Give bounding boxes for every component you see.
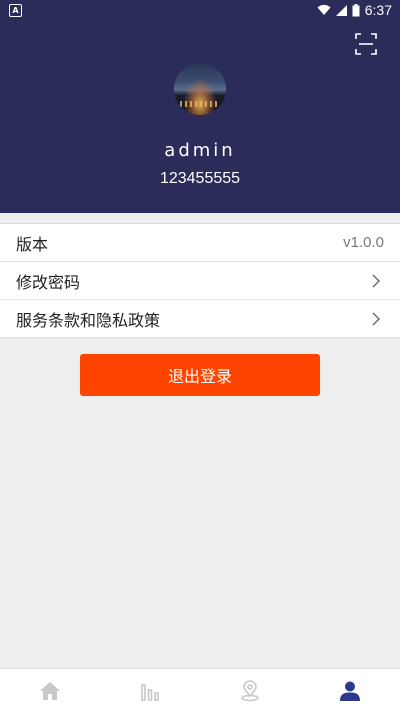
status-bar: A 6:37 (0, 0, 400, 22)
settings-menu: 版本 v1.0.0 修改密码 服务条款和隐私政策 (0, 223, 400, 338)
user-id: 123455555 (159, 170, 241, 187)
avatar[interactable] (174, 63, 226, 115)
scan-icon[interactable] (354, 32, 378, 56)
tab-statistics[interactable] (100, 669, 200, 712)
username: admin (164, 140, 236, 161)
status-icons: 6:37 (317, 2, 392, 18)
cell-signal-icon (335, 5, 347, 16)
profile-header: A 6:37 admin 123455555 (0, 0, 400, 213)
version-value: v1.0.0 (343, 234, 384, 251)
chevron-right-icon (372, 274, 380, 288)
chart-icon (141, 683, 159, 701)
battery-icon (352, 3, 360, 16)
avatar-city-lights (180, 101, 220, 107)
status-time: 6:37 (364, 2, 392, 18)
tab-location[interactable] (200, 669, 300, 712)
menu-item-change-password[interactable]: 修改密码 (0, 262, 400, 300)
menu-item-label: 服务条款和隐私政策 (16, 310, 161, 330)
bottom-tab-bar (0, 668, 400, 712)
user-icon (340, 681, 360, 701)
tab-home[interactable] (0, 669, 100, 712)
logout-button[interactable]: 退出登录 (80, 354, 320, 396)
menu-item-terms-privacy[interactable]: 服务条款和隐私政策 (0, 300, 400, 337)
menu-item-label: 版本 (16, 234, 49, 254)
menu-item-label: 修改密码 (16, 272, 81, 292)
tab-profile[interactable] (300, 669, 400, 712)
location-icon (241, 679, 259, 701)
app-notification-icon: A (9, 4, 22, 17)
menu-item-version[interactable]: 版本 v1.0.0 (0, 224, 400, 262)
home-icon (40, 681, 60, 700)
wifi-icon (317, 4, 331, 15)
chevron-right-icon (372, 312, 380, 326)
